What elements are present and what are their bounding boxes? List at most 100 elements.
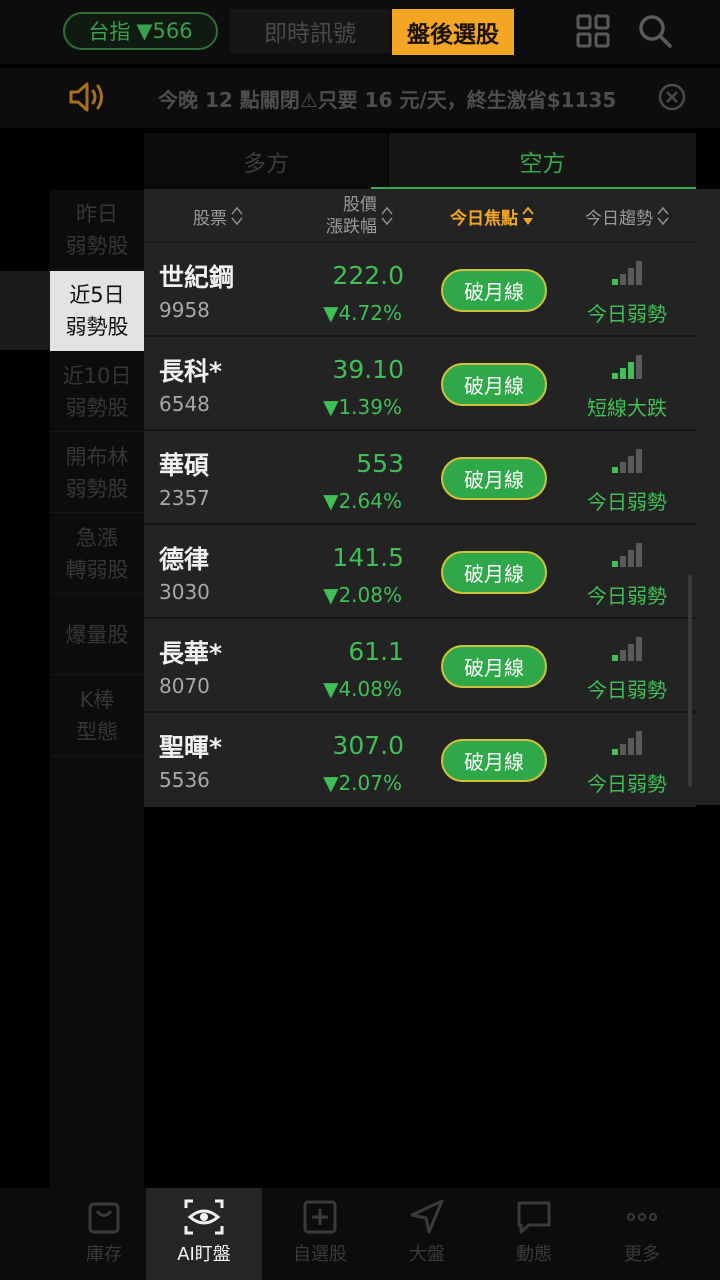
signal-strength-icon (612, 449, 642, 473)
nav-market[interactable]: 大盤 (369, 1188, 485, 1280)
tab-short[interactable]: 空方 (371, 133, 696, 189)
header-trend[interactable]: 今日趨勢 (585, 189, 670, 243)
signal-bar (628, 456, 634, 473)
search-icon[interactable] (637, 13, 673, 49)
signal-bar (620, 556, 626, 567)
nav-watchlist[interactable]: 自選股 (262, 1188, 378, 1280)
table-row[interactable]: 世紀鋼 9958 222.0 ▼4.72% 破月線 今日弱勢 (144, 244, 696, 337)
category-label: 急漲 (76, 525, 118, 550)
focus-badge-button[interactable]: 破月線 (441, 645, 547, 688)
table-row[interactable]: 聖暉* 5536 307.0 ▼2.07% 破月線 今日弱勢 (144, 714, 696, 807)
tab-long[interactable]: 多方 (144, 133, 388, 189)
category-item[interactable]: 昨日 弱勢股 (50, 190, 144, 270)
tab-live-signals[interactable]: 即時訊號 (230, 9, 390, 53)
speaker-icon (69, 82, 103, 112)
stock-change: ▼4.72% (323, 301, 402, 325)
focus-badge-button[interactable]: 破月線 (441, 363, 547, 406)
category-label: K棒 (79, 687, 115, 712)
category-item[interactable]: 爆量股 (50, 595, 144, 675)
signal-bar (628, 738, 634, 755)
table-header: 股票 股價 漲跌幅 今日焦點 今日趨勢 (144, 189, 696, 243)
signal-strength-icon (612, 731, 642, 755)
stock-change: ▼2.07% (323, 771, 402, 795)
nav-label: AI盯盤 (177, 1244, 231, 1265)
category-label: 昨日 (76, 201, 118, 226)
category-label: 轉弱股 (65, 557, 129, 582)
stock-change: ▼2.64% (323, 489, 402, 513)
nav-more[interactable]: 更多 (584, 1188, 700, 1280)
header-price[interactable]: 股價 漲跌幅 (326, 189, 394, 243)
category-item[interactable]: 急漲 轉弱股 (50, 514, 144, 594)
signal-bar (612, 467, 618, 473)
table-row[interactable]: 華碩 2357 553 ▼2.64% 破月線 今日弱勢 (144, 432, 696, 525)
category-label: 爆量股 (65, 623, 129, 647)
signal-bar (620, 650, 626, 661)
signal-strength-icon (612, 355, 642, 379)
stock-code: 9958 (159, 298, 210, 322)
category-item[interactable]: 開布林 弱勢股 (50, 433, 144, 513)
more-dots-icon (627, 1213, 657, 1221)
table-row[interactable]: 長科* 6548 39.10 ▼1.39% 破月線 短線大跌 (144, 338, 696, 431)
stock-price: 141.5 (332, 543, 404, 572)
signal-bar (620, 368, 626, 379)
trend-label: 今日弱勢 (587, 490, 667, 514)
focus-badge-button[interactable]: 破月線 (441, 457, 547, 500)
table-row[interactable]: 長華* 8070 61.1 ▼4.08% 破月線 今日弱勢 (144, 620, 696, 713)
top-bar: 台指 ▼566 即時訊號 盤後選股 (0, 0, 720, 64)
signal-bar (628, 644, 634, 661)
signal-bar (612, 279, 618, 285)
scrollbar[interactable] (688, 575, 692, 787)
signal-bar (620, 274, 626, 285)
category-label: 弱勢股 (65, 315, 129, 339)
signal-bar (620, 462, 626, 473)
nav-label: 更多 (624, 1244, 660, 1265)
category-item[interactable]: K棒 型態 (50, 676, 144, 756)
grid-icon[interactable] (576, 14, 610, 48)
nav-label: 庫存 (86, 1244, 122, 1265)
table-row[interactable]: 德律 3030 141.5 ▼2.08% 破月線 今日弱勢 (144, 526, 696, 619)
category-item-active[interactable]: 近5日 弱勢股 (50, 271, 144, 351)
bag-icon (88, 1202, 120, 1234)
nav-activity[interactable]: 動態 (476, 1188, 592, 1280)
header-stock[interactable]: 股票 (193, 189, 244, 243)
close-icon[interactable] (657, 82, 687, 112)
nav-inventory[interactable]: 庫存 (46, 1188, 162, 1280)
sort-icon (657, 206, 669, 226)
trend-label: 今日弱勢 (587, 584, 667, 608)
stock-code: 2357 (159, 486, 210, 510)
category-list: 昨日 弱勢股 近5日 弱勢股 近10日 弱勢股 開布林 弱勢股 急漲 轉弱股 爆… (50, 190, 144, 1188)
stock-name: 聖暉* (159, 733, 223, 762)
signal-bar (636, 449, 642, 473)
category-label: 開布林 (65, 444, 129, 469)
stock-code: 6548 (159, 392, 210, 416)
category-item[interactable]: 近10日 弱勢股 (50, 352, 144, 432)
signal-bar (612, 373, 618, 379)
index-change: ▼566 (136, 19, 193, 43)
signal-strength-icon (612, 261, 642, 285)
index-ticker[interactable]: 台指 ▼566 (63, 12, 218, 50)
nav-label: 動態 (516, 1244, 552, 1265)
stock-price: 61.1 (348, 637, 404, 666)
header-focus-label: 今日焦點 (450, 208, 518, 229)
sort-active-icon (522, 206, 534, 225)
nav-ai-watch[interactable]: AI盯盤 (146, 1188, 262, 1280)
nav-label: 自選股 (293, 1244, 347, 1265)
focus-badge-button[interactable]: 破月線 (441, 551, 547, 594)
tab-after-hours-picks[interactable]: 盤後選股 (392, 9, 514, 55)
signal-strength-icon (612, 543, 642, 567)
stock-name: 華碩 (159, 451, 210, 480)
focus-badge-button[interactable]: 破月線 (441, 269, 547, 312)
signal-bar (628, 550, 634, 567)
trend-label: 今日弱勢 (587, 302, 667, 326)
header-change-label: 漲跌幅 (326, 217, 377, 237)
stock-name: 世紀鋼 (159, 263, 235, 292)
chat-bubble-icon (517, 1201, 551, 1234)
announcement-text[interactable]: 今晚 12 點關閉⚠只要 16 元/天，終生激省$1135 (158, 84, 658, 112)
stock-price: 307.0 (332, 731, 404, 760)
signal-bar (636, 731, 642, 755)
header-focus[interactable]: 今日焦點 (450, 189, 535, 243)
stock-name: 長華* (159, 639, 223, 668)
header-price-label: 股價 (343, 195, 377, 215)
sort-icon (381, 206, 393, 226)
focus-badge-button[interactable]: 破月線 (441, 739, 547, 782)
